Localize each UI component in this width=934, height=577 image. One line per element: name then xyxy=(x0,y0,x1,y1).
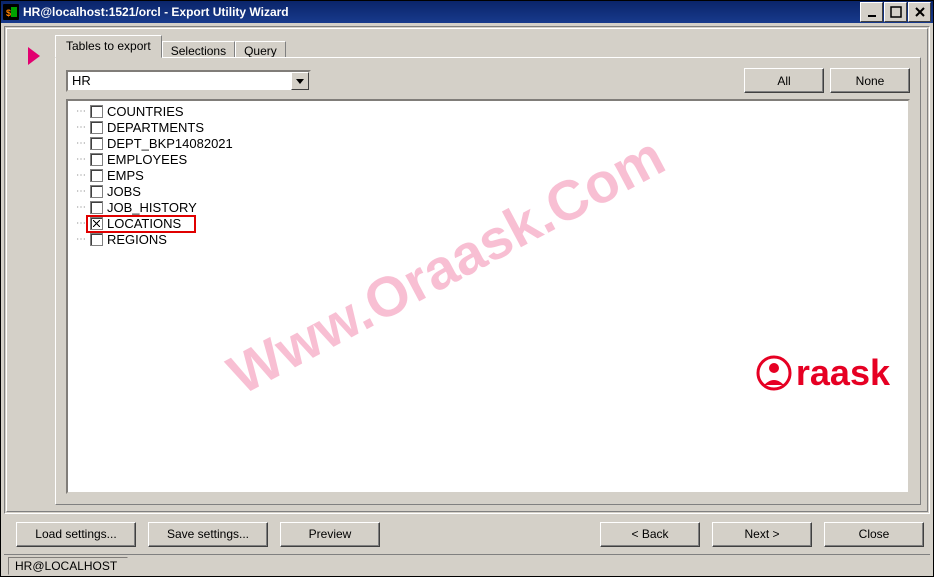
table-row[interactable]: ⋯ DEPARTMENTS xyxy=(68,119,908,135)
tree-glyph-icon: ⋯ xyxy=(76,170,90,181)
tab-tables-to-export[interactable]: Tables to export xyxy=(55,35,162,58)
table-checkbox[interactable] xyxy=(90,121,103,134)
table-checkbox[interactable] xyxy=(90,217,103,230)
status-bar: HR@LOCALHOST xyxy=(4,554,930,576)
window-controls xyxy=(859,2,931,22)
tables-listbox[interactable]: ⋯COUNTRIES⋯DEPARTMENTS⋯DEPT_BKP14082021⋯… xyxy=(66,99,910,494)
client-area: Tables to export Selections Query xyxy=(1,23,933,576)
close-wizard-button[interactable]: Close xyxy=(824,522,924,547)
table-row[interactable]: ⋯ COUNTRIES xyxy=(68,103,908,119)
minimize-button[interactable] xyxy=(860,2,883,22)
close-button[interactable] xyxy=(908,2,931,22)
table-name-label: JOB_HISTORY xyxy=(107,200,197,215)
table-checkbox[interactable] xyxy=(90,153,103,166)
wizard-nav-column xyxy=(13,35,55,505)
brand-logo: raask xyxy=(756,352,890,394)
table-name-label: DEPT_BKP14082021 xyxy=(107,136,233,151)
titlebar[interactable]: $ HR@localhost:1521/orcl - Export Utilit… xyxy=(1,1,933,23)
tree-glyph-icon: ⋯ xyxy=(76,202,90,213)
tree-glyph-icon: ⋯ xyxy=(76,186,90,197)
table-row[interactable]: ⋯ DEPT_BKP14082021 xyxy=(68,135,908,151)
brand-icon xyxy=(756,355,792,391)
select-none-button[interactable]: None xyxy=(830,68,910,93)
status-connection: HR@LOCALHOST xyxy=(8,557,128,575)
button-label: Save settings... xyxy=(167,527,249,541)
button-label: Close xyxy=(859,527,890,541)
button-label: Preview xyxy=(309,527,352,541)
table-name-label: EMPS xyxy=(107,168,144,183)
button-label: Next > xyxy=(744,527,779,541)
table-checkbox[interactable] xyxy=(90,185,103,198)
button-label: None xyxy=(856,74,885,88)
preview-button[interactable]: Preview xyxy=(280,522,380,547)
tab-label: Tables to export xyxy=(66,39,151,53)
table-name-label: EMPLOYEES xyxy=(107,152,187,167)
schema-combo-value: HR xyxy=(68,73,291,88)
wizard-button-row: Load settings... Save settings... Previe… xyxy=(4,514,930,554)
chevron-down-icon[interactable] xyxy=(291,72,309,90)
tree-glyph-icon: ⋯ xyxy=(76,106,90,117)
app-icon: $ xyxy=(3,4,19,20)
table-row[interactable]: ⋯ REGIONS xyxy=(68,231,908,247)
svg-text:$: $ xyxy=(6,8,11,18)
tab-container: Tables to export Selections Query xyxy=(55,35,921,505)
table-checkbox[interactable] xyxy=(90,233,103,246)
table-name-label: JOBS xyxy=(107,184,141,199)
table-name-label: DEPARTMENTS xyxy=(107,120,204,135)
table-row[interactable]: ⋯ JOBS xyxy=(68,183,908,199)
select-all-button[interactable]: All xyxy=(744,68,824,93)
table-row[interactable]: ⋯ LOCATIONS xyxy=(68,215,908,231)
table-checkbox[interactable] xyxy=(90,105,103,118)
button-label: Load settings... xyxy=(35,527,116,541)
table-checkbox[interactable] xyxy=(90,137,103,150)
tab-label: Selections xyxy=(171,44,226,58)
tab-strip: Tables to export Selections Query xyxy=(55,35,921,57)
tree-glyph-icon: ⋯ xyxy=(76,218,90,229)
next-button[interactable]: Next > xyxy=(712,522,812,547)
window-frame: $ HR@localhost:1521/orcl - Export Utilit… xyxy=(0,0,934,577)
table-row[interactable]: ⋯ EMPS xyxy=(68,167,908,183)
table-name-label: REGIONS xyxy=(107,232,167,247)
table-row[interactable]: ⋯ EMPLOYEES xyxy=(68,151,908,167)
maximize-button[interactable] xyxy=(884,2,907,22)
button-label: < Back xyxy=(631,527,668,541)
tree-glyph-icon: ⋯ xyxy=(76,234,90,245)
table-checkbox[interactable] xyxy=(90,201,103,214)
tree-glyph-icon: ⋯ xyxy=(76,122,90,133)
filter-row: HR All None xyxy=(66,68,910,93)
table-name-label: LOCATIONS xyxy=(107,216,181,231)
wizard-arrow-icon xyxy=(26,45,42,70)
tree-glyph-icon: ⋯ xyxy=(76,138,90,149)
window-title: HR@localhost:1521/orcl - Export Utility … xyxy=(23,5,859,19)
button-label: All xyxy=(777,74,790,88)
table-row[interactable]: ⋯ JOB_HISTORY xyxy=(68,199,908,215)
tree-glyph-icon: ⋯ xyxy=(76,154,90,165)
table-name-label: COUNTRIES xyxy=(107,104,184,119)
status-text: HR@LOCALHOST xyxy=(15,559,117,573)
back-button[interactable]: < Back xyxy=(600,522,700,547)
load-settings-button[interactable]: Load settings... xyxy=(16,522,136,547)
tab-label: Query xyxy=(244,44,277,58)
schema-combo[interactable]: HR xyxy=(66,70,311,92)
save-settings-button[interactable]: Save settings... xyxy=(148,522,268,547)
table-checkbox[interactable] xyxy=(90,169,103,182)
tab-body: HR All None xyxy=(55,57,921,505)
content-panel: Tables to export Selections Query xyxy=(4,26,930,514)
brand-text: raask xyxy=(796,352,890,394)
